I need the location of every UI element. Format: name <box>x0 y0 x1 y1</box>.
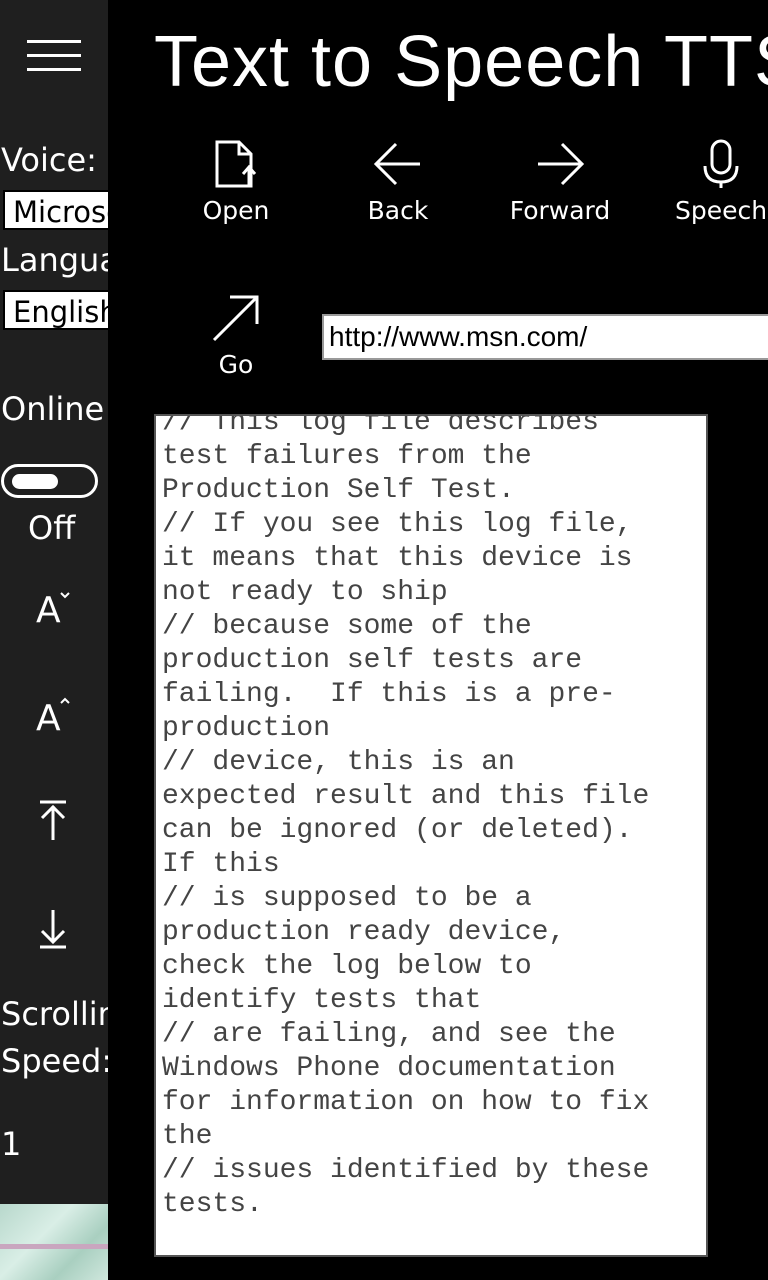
back-button[interactable]: Back <box>328 138 468 238</box>
svg-text:A: A <box>36 590 61 630</box>
forward-label: Forward <box>509 196 611 225</box>
text-content-box[interactable]: // This log file describes test failures… <box>154 414 708 1257</box>
language-select[interactable]: English <box>3 290 108 330</box>
scroll-to-top-icon[interactable] <box>30 798 76 844</box>
forward-button[interactable]: Forward <box>490 138 630 238</box>
online-toggle[interactable] <box>1 464 98 498</box>
go-arrow-icon <box>212 295 259 342</box>
open-button[interactable]: Open <box>166 138 306 238</box>
svg-text:A: A <box>36 698 61 736</box>
scrolling-speed-value[interactable]: 1 <box>1 1128 21 1160</box>
speech-label: Speech <box>674 196 768 225</box>
voice-label: Voice: <box>1 141 97 179</box>
open-file-icon <box>215 140 257 188</box>
sidebar: Voice: Microsoft Language English Online… <box>0 0 108 1280</box>
online-state: Off <box>28 509 76 547</box>
voice-select[interactable]: Microsoft <box>3 190 108 230</box>
page-title: Text to Speech TTS <box>154 22 768 102</box>
increase-font-icon[interactable]: A <box>30 690 76 736</box>
thumbnail-image <box>0 1204 108 1280</box>
microphone-icon <box>703 139 739 188</box>
back-label: Back <box>367 196 429 225</box>
scrolling-label: Scrolling <box>1 995 108 1033</box>
forward-arrow-icon <box>538 142 585 186</box>
url-input[interactable]: http://www.msn.com/ <box>322 314 768 360</box>
go-button[interactable]: Go <box>166 292 306 392</box>
go-label: Go <box>218 350 254 379</box>
language-label: Language <box>1 241 108 279</box>
scroll-down-icon[interactable] <box>30 906 76 952</box>
speech-button[interactable]: Speech <box>651 138 768 238</box>
decrease-font-icon[interactable]: A <box>30 584 76 630</box>
menu-icon[interactable] <box>27 40 81 72</box>
text-content: // This log file describes test failures… <box>162 414 650 1220</box>
toggle-knob <box>12 474 58 489</box>
back-arrow-icon <box>373 142 420 186</box>
speed-label: Speed: <box>1 1042 108 1080</box>
online-label: Online <box>1 390 105 428</box>
open-label: Open <box>202 196 270 225</box>
